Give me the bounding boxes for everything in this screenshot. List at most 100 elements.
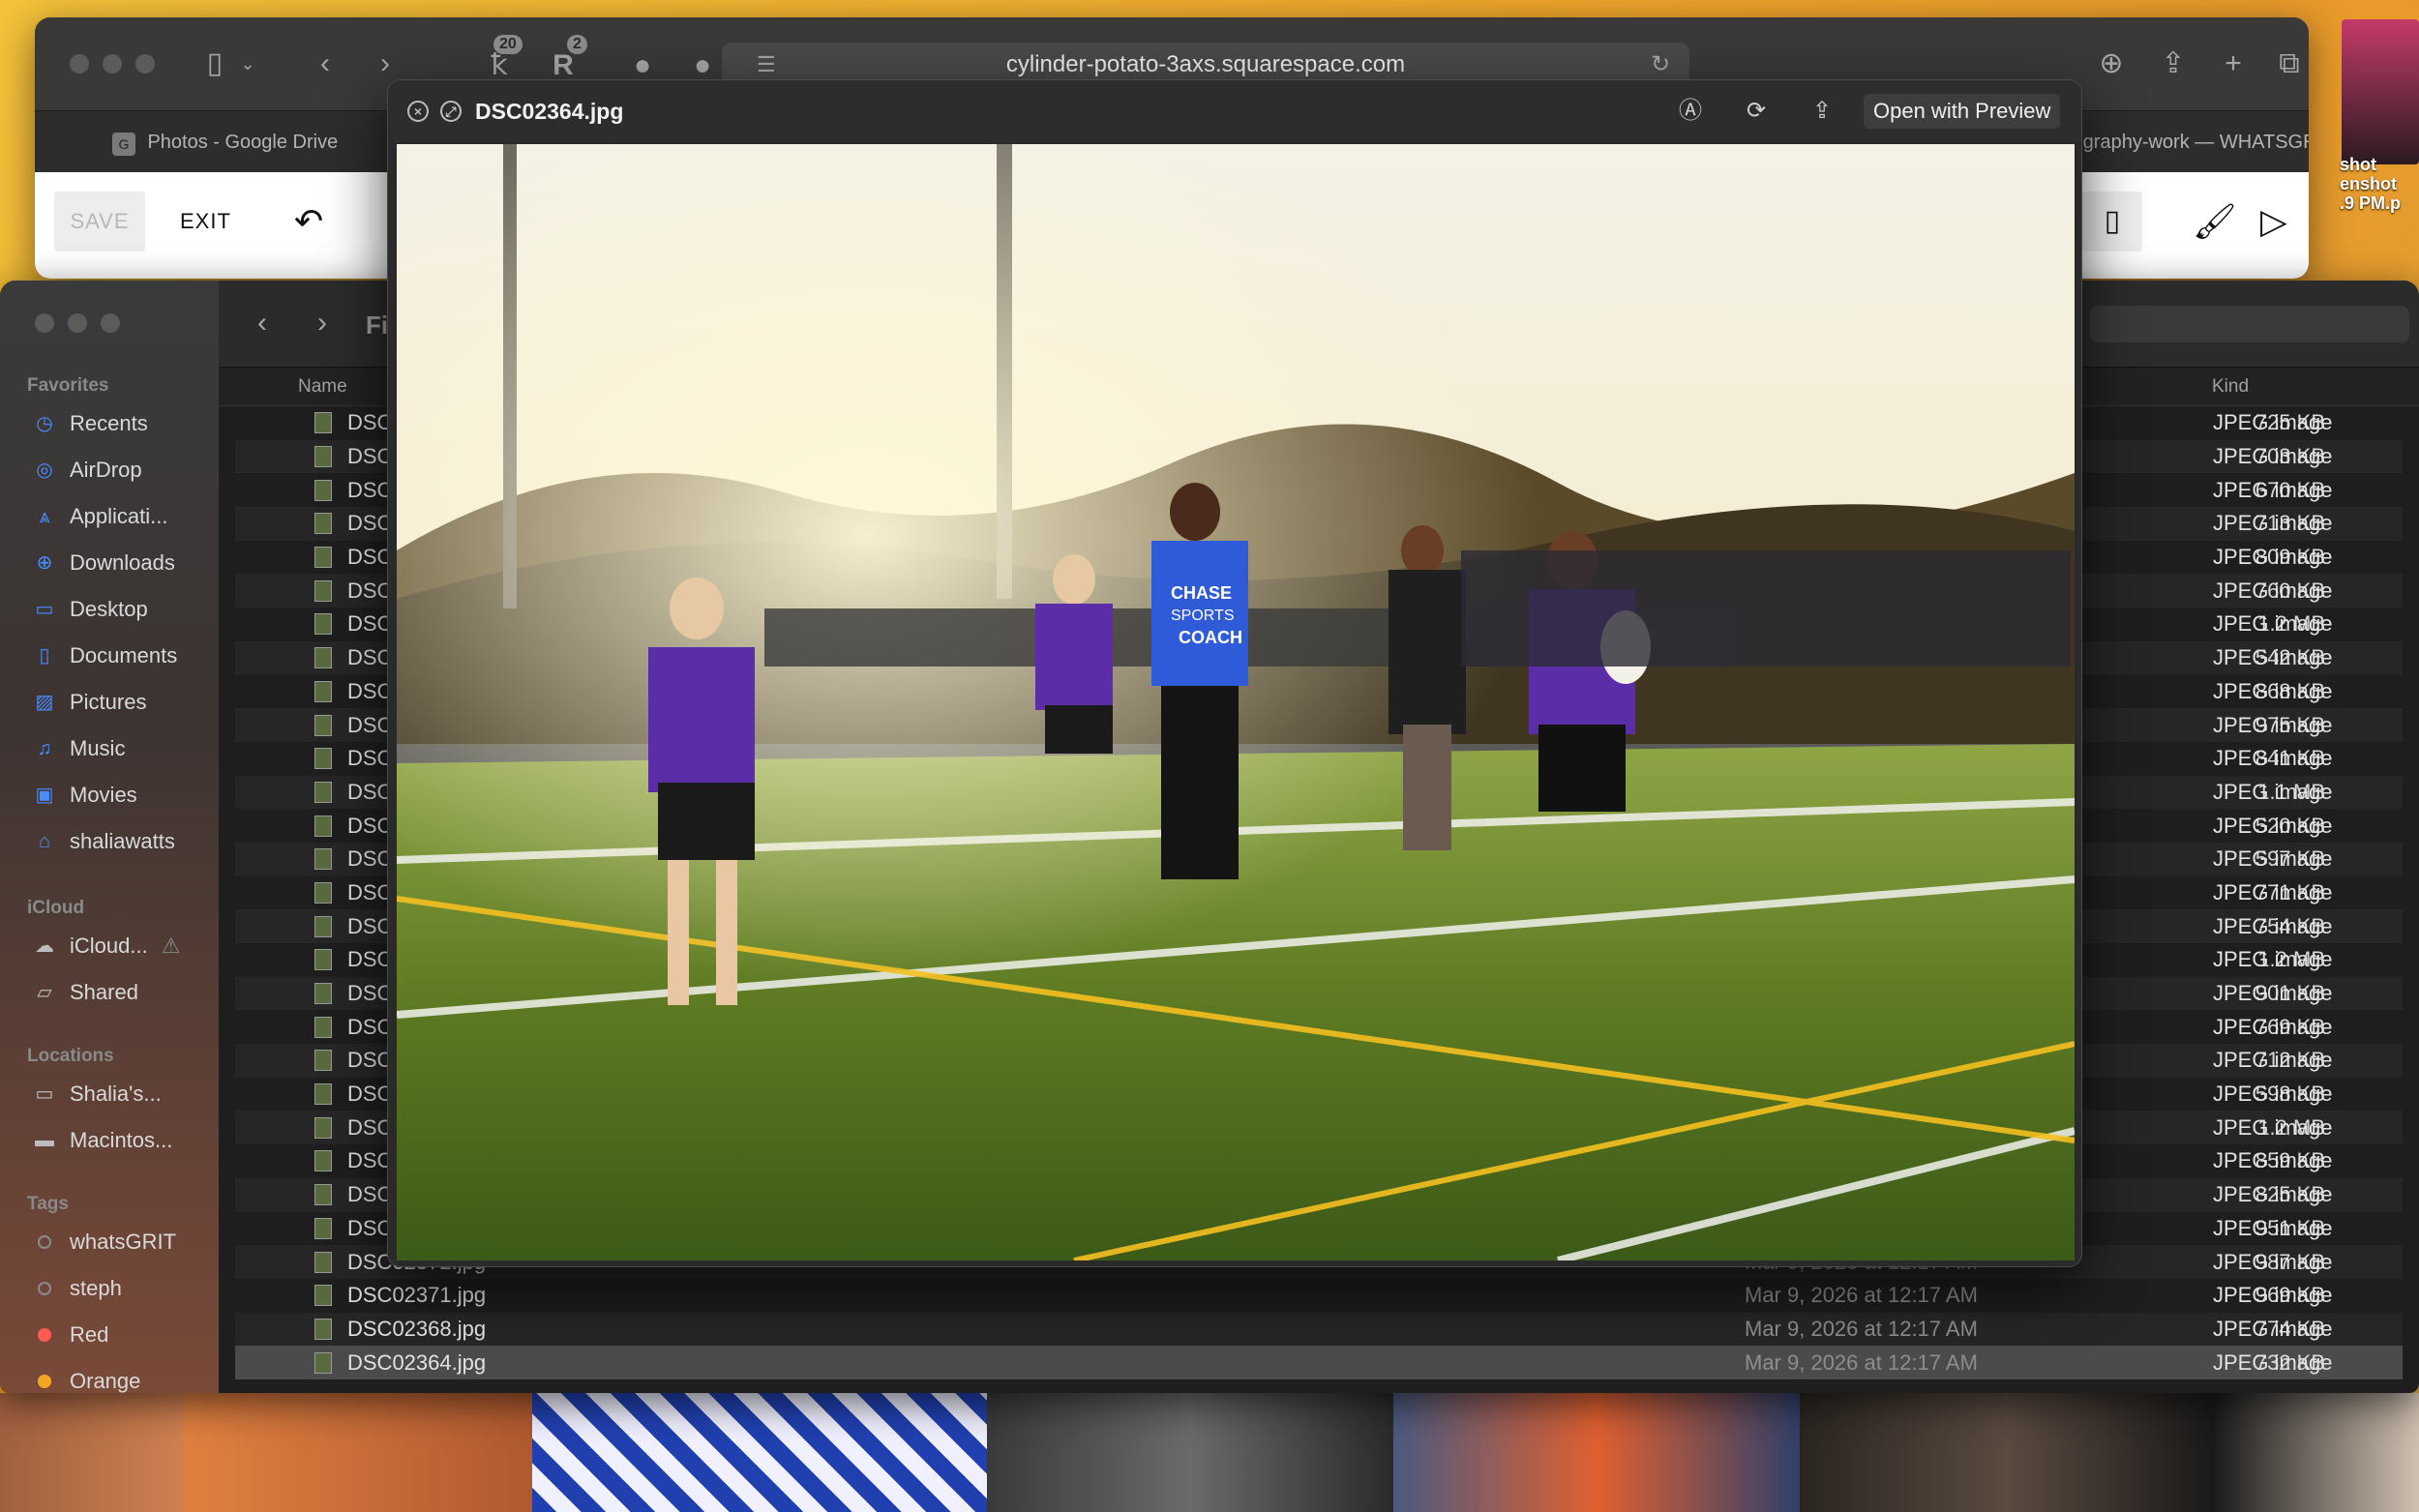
file-kind: JPEG image [2213, 913, 2333, 938]
sidebar-item-label: Music [70, 736, 126, 760]
file-name: DSC [347, 477, 393, 502]
file-kind: JPEG image [2213, 779, 2333, 804]
finder-zoom-button[interactable] [101, 313, 120, 333]
quicklook-photo: CHASE SPORTS COACH [397, 144, 2075, 1260]
sidebar-item-pictures[interactable]: ▨ Pictures [31, 679, 215, 726]
table-row[interactable]: DSC02364.jpg Mar 9, 2026 at 12:17 AM 732 K… [235, 1346, 2403, 1379]
sidebar-item-recents[interactable]: ◷ Recents [31, 400, 215, 447]
tab-google-drive[interactable]: G Photos - Google Drive [112, 111, 338, 173]
jpeg-file-icon [314, 748, 332, 770]
sidebar-item-icloud-drive[interactable]: ☁ iCloud... ⚠ [31, 923, 215, 969]
jpeg-file-icon [314, 1351, 332, 1374]
file-name: DSC [347, 813, 393, 838]
sidebar-tag-steph[interactable]: steph [31, 1265, 215, 1312]
zoom-button[interactable] [135, 54, 155, 74]
markup-icon[interactable]: Ⓐ [1679, 80, 1702, 142]
file-kind: JPEG image [2213, 879, 2333, 904]
jpeg-file-icon [314, 714, 332, 736]
sidebar-item-downloads[interactable]: ⊕ Downloads [31, 540, 215, 586]
jpeg-file-icon [314, 1251, 332, 1273]
mobile-preview-button[interactable]: ▯ [2082, 192, 2142, 252]
paintbrush-icon[interactable]: 🖌 [2193, 192, 2237, 252]
sidebar-item-label: iCloud... [70, 934, 148, 958]
sidebar-item-macintosh-hd[interactable]: ▬ Macintos... [31, 1117, 215, 1164]
file-kind: JPEG image [2213, 1349, 2333, 1375]
file-kind: JPEG image [2213, 1215, 2333, 1240]
file-name: DSC [347, 1148, 393, 1173]
file-kind: JPEG image [2213, 1249, 2333, 1274]
share-icon[interactable]: ⇪ [2154, 44, 2193, 83]
file-date: Mar 9, 2026 at 12:17 AM [1745, 1316, 1978, 1341]
new-tab-icon[interactable]: + [2214, 44, 2253, 83]
sidebar-item-desktop[interactable]: ▭ Desktop [31, 586, 215, 633]
desktop-screenshot-thumbnail[interactable] [2342, 19, 2419, 164]
jpeg-file-icon [314, 781, 332, 803]
play-icon[interactable]: ▷ [2260, 192, 2287, 252]
sidebar-item-airdrop[interactable]: ◎ AirDrop [31, 447, 215, 493]
jersey-text-2: SPORTS [1171, 608, 1235, 624]
forward-icon[interactable]: › [366, 44, 404, 83]
file-name: DSC [347, 913, 393, 938]
sidebar-item-shared[interactable]: ▱ Shared [31, 969, 215, 1016]
close-icon[interactable]: × [407, 101, 429, 122]
sidebar-tag-whatsgrit[interactable]: whatsGRIT [31, 1219, 215, 1265]
tab-whatsgrit[interactable]: ...graphy-work — WHATSGRI... [2067, 111, 2309, 173]
favorites-list: ◷ Recents ◎ AirDrop ⩓ Applicati... ⊕ Downloa… [31, 400, 215, 865]
sidebar-toggle-icon[interactable]: ▯ [195, 44, 234, 83]
reload-icon[interactable]: ↻ [1651, 45, 1670, 84]
locations-heading: Locations [27, 1046, 114, 1066]
laptop-icon: ▭ [35, 1083, 54, 1105]
file-kind: JPEG image [2213, 1048, 2333, 1073]
download-icon[interactable]: ⊕ [2092, 44, 2131, 83]
back-icon[interactable]: ‹ [248, 304, 277, 342]
movies-icon: ▣ [35, 785, 54, 806]
sidebar-item-movies[interactable]: ▣ Movies [31, 772, 215, 818]
share-icon[interactable]: ⇪ [1812, 80, 1832, 142]
tab-overview-icon[interactable]: ⧉ [2270, 44, 2309, 83]
file-name: DSC [347, 611, 393, 637]
forward-icon[interactable]: › [308, 304, 337, 342]
icloud-heading: iCloud [27, 898, 85, 918]
file-kind: JPEG image [2213, 813, 2333, 838]
sidebar-item-home[interactable]: ⌂ shaliawatts [31, 818, 215, 865]
sidebar-tag-orange[interactable]: Orange [31, 1358, 215, 1393]
jpeg-file-icon [314, 613, 332, 636]
rotate-icon[interactable]: ⟳ [1747, 80, 1766, 142]
file-kind: JPEG image [2213, 746, 2333, 771]
back-icon[interactable]: ‹ [306, 44, 344, 83]
file-name: DSC [347, 947, 393, 972]
finder-close-button[interactable] [35, 313, 54, 333]
save-button[interactable]: SAVE [54, 192, 145, 252]
clock-icon: ◷ [36, 413, 53, 434]
column-name[interactable]: Name [298, 368, 347, 406]
minimize-button[interactable] [103, 54, 122, 74]
download-icon: ⊕ [36, 552, 53, 574]
table-row[interactable]: DSC02371.jpg Mar 9, 2026 at 12:17 AM 969 K… [235, 1279, 2403, 1313]
sidebar-item-applications[interactable]: ⩓ Applicati... [31, 493, 215, 540]
jpeg-file-icon [314, 647, 332, 669]
file-name: DSC [347, 1082, 393, 1107]
column-kind[interactable]: Kind [2212, 368, 2249, 406]
jpeg-file-icon [314, 579, 332, 602]
airdrop-icon: ◎ [36, 460, 53, 481]
finder-minimize-button[interactable] [68, 313, 87, 333]
close-button[interactable] [70, 54, 89, 74]
sidebar-tag-red[interactable]: Red [31, 1312, 215, 1358]
sidebar-item-documents[interactable]: ▯ Documents [31, 633, 215, 679]
document-icon: ▯ [39, 645, 50, 667]
sidebar-item-this-mac[interactable]: ▭ Shalia's... [31, 1071, 215, 1117]
jpeg-file-icon [314, 1083, 332, 1106]
search-field[interactable] [2090, 306, 2409, 342]
exit-button[interactable]: EXIT [180, 192, 231, 252]
table-row[interactable]: DSC02368.jpg Mar 9, 2026 at 12:17 AM 774 K… [235, 1312, 2403, 1347]
undo-icon[interactable]: ↶ [294, 192, 323, 252]
sidebar-item-music[interactable]: ♫ Music [31, 726, 215, 772]
google-drive-favicon-icon: G [112, 132, 135, 156]
applications-icon: ⩓ [39, 506, 50, 527]
fullscreen-icon[interactable]: ⤢ [440, 101, 462, 122]
file-name: DSC [347, 712, 393, 737]
chevron-down-icon[interactable]: ⌄ [236, 44, 259, 83]
cloud-icon: ☁ [35, 935, 54, 957]
open-with-preview-button[interactable]: Open with Preview [1864, 94, 2061, 129]
file-name: DSC [347, 879, 393, 904]
